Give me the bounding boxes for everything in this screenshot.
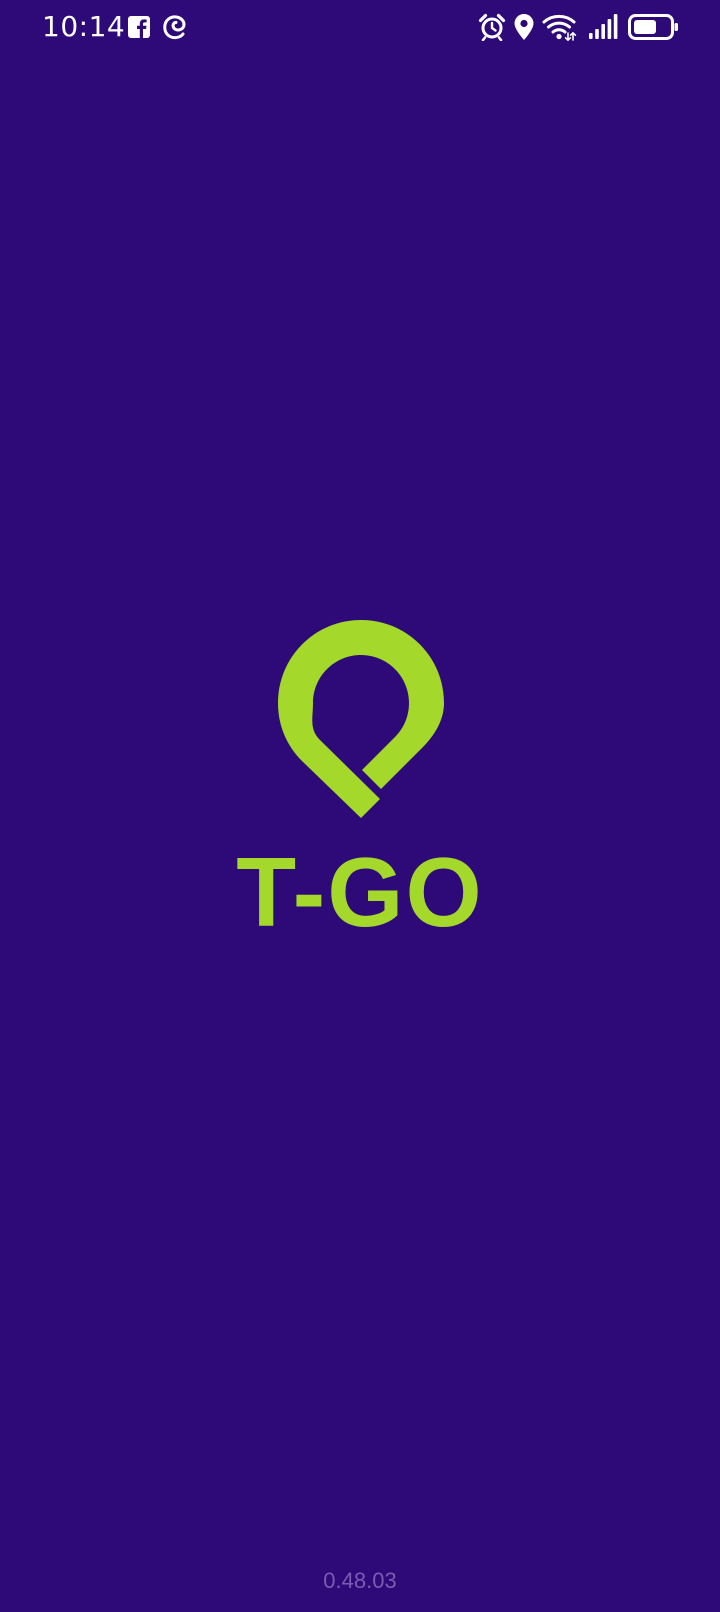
location-icon xyxy=(514,14,534,40)
signal-icon xyxy=(589,14,618,39)
swirl-app-icon xyxy=(163,15,186,40)
status-bar: 10:14 xyxy=(0,0,720,54)
location-pin-logo-icon xyxy=(278,620,444,818)
battery-icon xyxy=(628,14,678,40)
brand-wordmark: T-GO xyxy=(236,837,484,947)
app-version: 0.48.03 xyxy=(323,1568,397,1593)
alarm-icon xyxy=(478,13,506,41)
status-time: 10:14 xyxy=(42,10,126,43)
facebook-icon xyxy=(128,16,150,38)
wifi-icon xyxy=(542,14,577,41)
